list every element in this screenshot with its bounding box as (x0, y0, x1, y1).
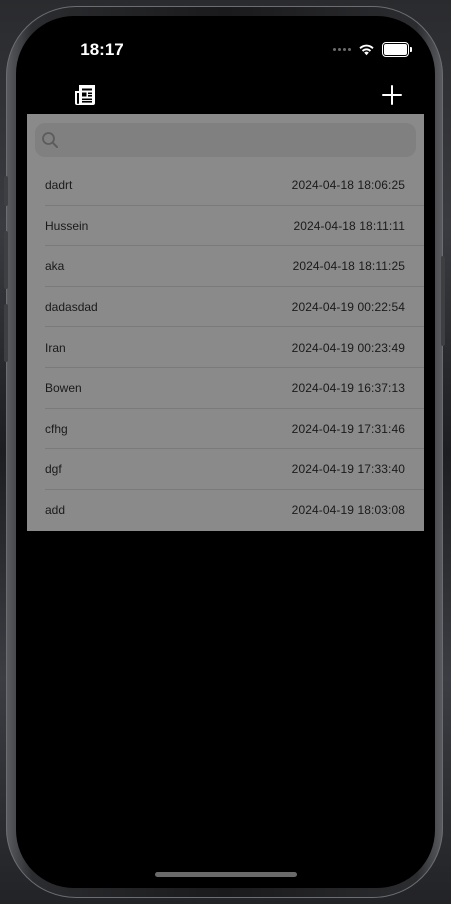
news-button[interactable] (72, 82, 98, 108)
dynamic-island (170, 36, 288, 70)
item-date: 2024-04-19 17:31:46 (291, 421, 405, 436)
item-date: 2024-04-18 18:06:25 (291, 178, 405, 193)
search-icon (42, 132, 58, 148)
item-date: 2024-04-19 00:23:49 (291, 340, 405, 355)
newspaper-icon (75, 85, 95, 105)
record-list: dadrt 2024-04-18 18:06:25 Hussein 2024-04-1… (27, 165, 424, 530)
mute-switch (4, 176, 8, 206)
item-name: add (45, 503, 66, 518)
list-panel: dadrt 2024-04-18 18:06:25 Hussein 2024-04-1… (27, 114, 424, 531)
item-name: dadrt (45, 178, 73, 193)
item-name: Bowen (45, 381, 82, 396)
power-button (441, 256, 445, 346)
list-item[interactable]: dgf 2024-04-19 17:33:40 (27, 449, 424, 490)
wifi-icon (359, 44, 374, 56)
volume-up-button (4, 231, 8, 289)
list-item[interactable]: cfhg 2024-04-19 17:31:46 (27, 409, 424, 450)
item-name: dgf (45, 462, 62, 477)
status-icons (333, 42, 412, 57)
list-item[interactable]: Iran 2024-04-19 00:23:49 (27, 327, 424, 368)
home-indicator[interactable] (155, 872, 297, 877)
battery-icon (382, 42, 412, 57)
navigation-bar (16, 78, 435, 114)
item-date: 2024-04-19 17:33:40 (291, 462, 405, 477)
item-date: 2024-04-19 16:37:13 (291, 381, 405, 396)
item-date: 2024-04-18 18:11:25 (292, 259, 405, 274)
item-date: 2024-04-19 00:22:54 (291, 300, 405, 315)
list-item[interactable]: add 2024-04-19 18:03:08 (27, 490, 424, 531)
status-time: 18:17 (80, 40, 124, 59)
list-item[interactable]: Hussein 2024-04-18 18:11:11 (27, 206, 424, 247)
cellular-signal-icon (333, 48, 351, 51)
item-name: Hussein (45, 218, 89, 233)
screen: 18:17 dadrt 2024-04-18 18:06:25 Hussein … (16, 16, 435, 888)
item-name: cfhg (45, 421, 68, 436)
add-button[interactable] (379, 82, 405, 108)
list-item[interactable]: dadrt 2024-04-18 18:06:25 (27, 165, 424, 206)
item-name: dadasdad (45, 300, 98, 315)
search-input[interactable] (65, 123, 408, 159)
list-item[interactable]: dadasdad 2024-04-19 00:22:54 (27, 287, 424, 328)
plus-icon (382, 85, 402, 105)
item-date: 2024-04-19 18:03:08 (291, 503, 405, 518)
item-name: Iran (45, 340, 66, 355)
volume-down-button (4, 304, 8, 362)
list-item[interactable]: Bowen 2024-04-19 16:37:13 (27, 368, 424, 409)
list-item[interactable]: aka 2024-04-18 18:11:25 (27, 246, 424, 287)
search-bar[interactable] (35, 123, 416, 159)
item-name: aka (45, 259, 65, 274)
item-date: 2024-04-18 18:11:11 (293, 218, 405, 233)
